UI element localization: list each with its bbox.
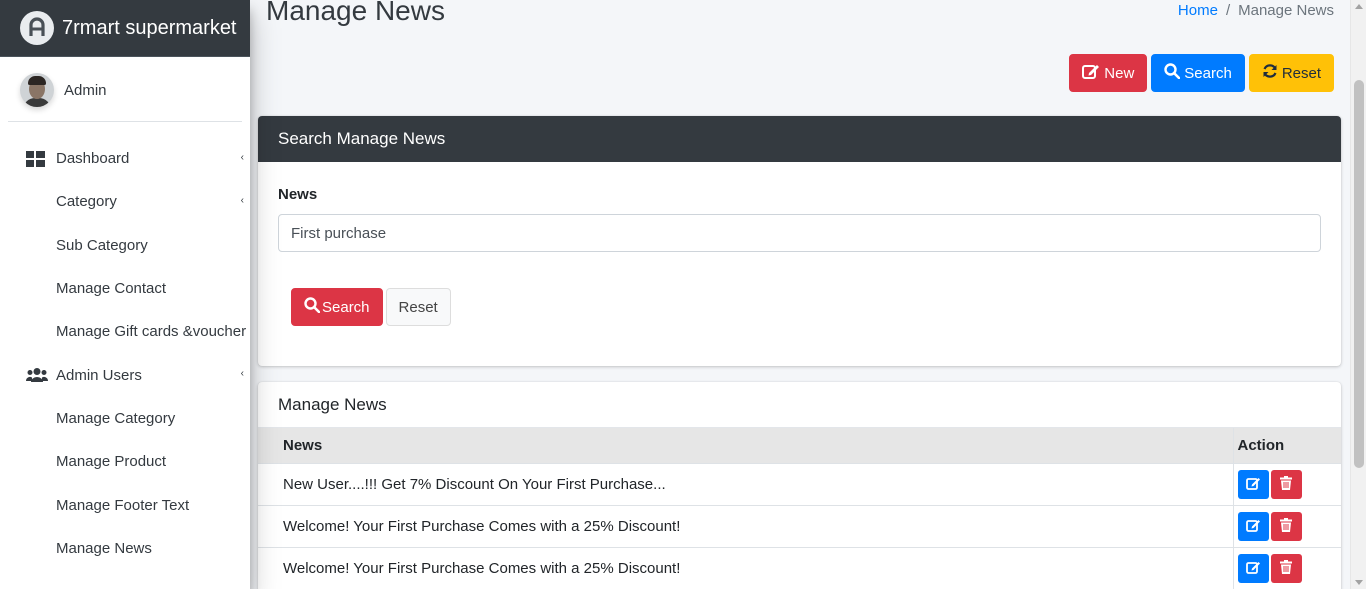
user-name[interactable]: Admin [64,82,107,99]
sidebar-item-manage-contact[interactable]: Manage Contact [0,267,250,310]
scroll-down-arrow-icon[interactable] [1355,580,1363,585]
reset-button-label: Reset [1281,64,1321,82]
sidebar-item-label: Dashboard [56,150,130,168]
table-row: Welcome! Your First Purchase Comes with … [258,547,1341,589]
sidebar-item-label: Category [56,193,117,211]
sidebar-item-manage-news[interactable]: Manage News [0,527,250,570]
new-button[interactable]: New [1069,54,1148,92]
sidebar-item-admin-users[interactable]: Admin Users ‹ [0,353,250,396]
breadcrumb-current: Manage News [1238,2,1334,19]
sidebar-item-label: Sub Category [56,236,148,254]
news-search-input[interactable] [278,214,1321,252]
search-submit-button[interactable]: Search [291,288,383,326]
sidebar: 7rmart supermarket Admin Dashboard ‹ Cat… [0,0,250,589]
news-field-label: News [278,186,318,203]
edit-button[interactable] [1237,511,1269,541]
top-actions: New Search Reset [1069,54,1334,92]
search-button[interactable]: Search [1151,54,1245,92]
sidebar-item-label: Manage Gift cards &voucher [56,323,247,341]
search-submit-label: Search [322,298,370,316]
search-form-actions: Search Reset [291,288,451,326]
column-header-news: News [258,428,1233,464]
breadcrumb-home-link[interactable]: Home [1178,2,1218,19]
page-scrollbar[interactable] [1350,0,1366,589]
trash-icon [1280,559,1292,577]
delete-button[interactable] [1270,469,1302,499]
news-cell: Welcome! Your First Purchase Comes with … [258,505,1233,548]
delete-button[interactable] [1270,511,1302,541]
chevron-left-icon: ‹ [240,368,244,380]
sidebar-item-dashboard[interactable]: Dashboard ‹ [0,137,250,180]
news-cell: New User....!!! Get 7% Discount On Your … [258,463,1233,506]
edit-icon [1245,518,1261,535]
sidebar-item-label: Manage Category [56,409,176,427]
chevron-left-icon: ‹ [240,152,244,163]
avatar [20,73,54,107]
edit-icon [1245,476,1261,493]
news-cell: Welcome! Your First Purchase Comes with … [258,547,1233,589]
sidebar-item-label: Manage Footer Text [56,496,190,514]
chevron-left-icon: ‹ [240,195,244,207]
dashboard-grid-icon [26,150,48,167]
new-button-label: New [1104,64,1135,82]
scroll-up-arrow-icon[interactable] [1355,4,1363,9]
search-card: Search Manage News News Search Reset [258,116,1341,366]
sidebar-item-manage-footer-text[interactable]: Manage Footer Text [0,483,250,526]
search-icon [304,297,321,317]
news-list-card: Manage News News Action New User....!!! … [258,382,1341,589]
page-title: Manage News [266,0,445,26]
sidebar-item-manage-product[interactable]: Manage Product [0,440,250,483]
search-card-title: Search Manage News [258,116,1341,162]
search-icon [1164,63,1181,83]
sidebar-item-gift-cards[interactable]: Manage Gift cards &voucher [0,310,250,353]
news-list-title: Manage News [258,382,1341,428]
delete-button[interactable] [1270,553,1302,583]
sidebar-item-label: Manage Contact [56,280,167,298]
sidebar-item-label: Admin Users [56,366,142,384]
breadcrumb: Home / Manage News [1178,2,1334,19]
action-cell [1232,463,1341,506]
edit-button[interactable] [1237,553,1269,583]
refresh-icon [1262,63,1278,83]
main-content: Manage News Home / Manage News New Searc… [250,0,1350,589]
table-row: New User....!!! Get 7% Discount On Your … [258,463,1341,506]
trash-icon [1280,517,1292,535]
sidebar-item-label: Manage Product [56,453,167,471]
sidebar-nav: Dashboard ‹ Category ‹ Sub Category Mana… [0,122,250,570]
sidebar-item-manage-category[interactable]: Manage Category [0,397,250,440]
reset-button[interactable]: Reset [1248,54,1334,92]
search-button-label: Search [1184,64,1232,82]
column-header-action: Action [1232,428,1341,464]
breadcrumb-separator: / [1225,2,1231,19]
edit-button[interactable] [1237,469,1269,499]
edit-square-icon [1082,63,1100,83]
brand-logo-icon [20,11,54,45]
action-cell [1232,547,1341,589]
user-panel[interactable]: Admin [8,57,242,122]
sidebar-item-label: Manage News [56,539,152,557]
table-header-row: News Action [258,428,1341,464]
sidebar-item-sub-category[interactable]: Sub Category [0,224,250,267]
sidebar-item-category[interactable]: Category ‹ [0,180,250,223]
brand-name: 7rmart supermarket [62,16,237,39]
table-row: Welcome! Your First Purchase Comes with … [258,505,1341,548]
news-table: News Action New User....!!! Get 7% Disco… [258,428,1341,589]
trash-icon [1280,475,1292,493]
search-reset-button[interactable]: Reset [385,288,451,326]
brand-link[interactable]: 7rmart supermarket [0,0,250,57]
users-icon [26,367,48,383]
scrollbar-thumb[interactable] [1354,80,1364,468]
action-cell [1232,505,1341,548]
edit-icon [1245,560,1261,577]
